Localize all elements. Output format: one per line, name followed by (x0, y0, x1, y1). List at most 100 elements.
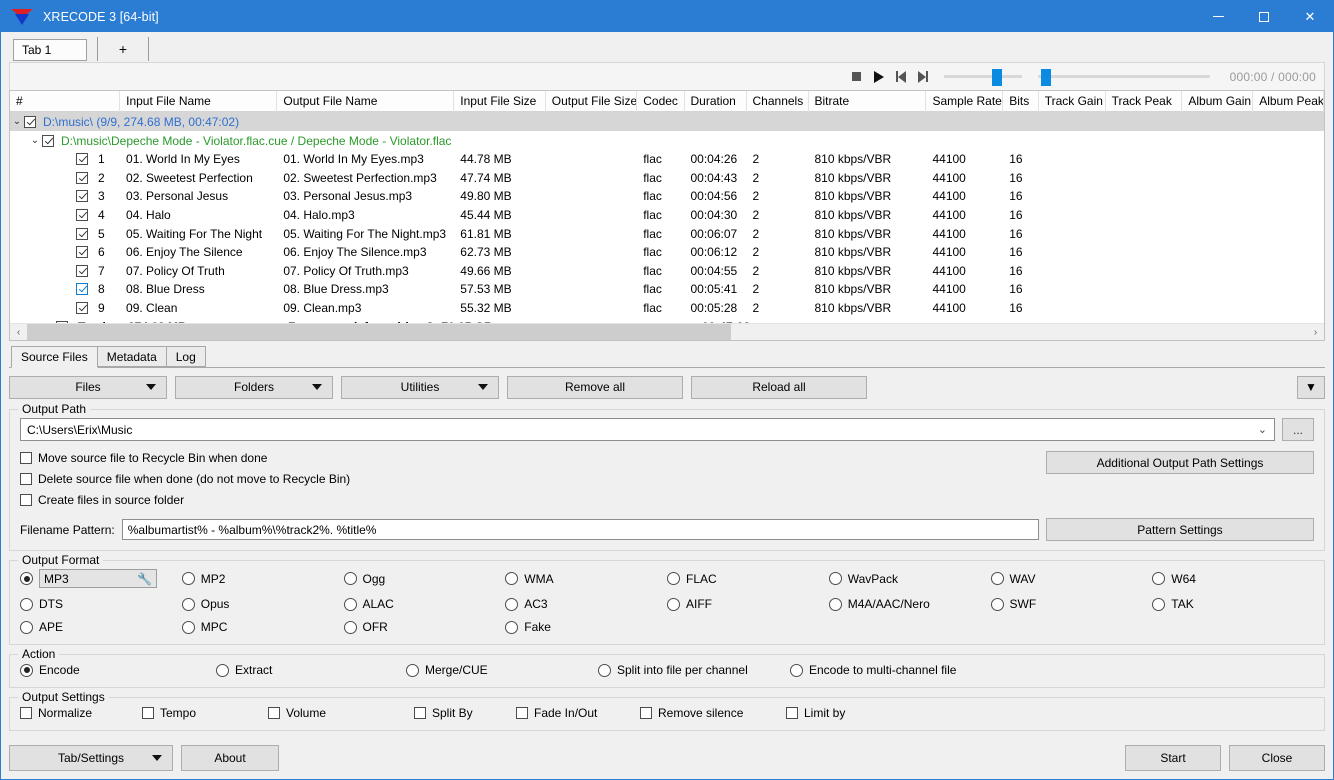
seek-slider[interactable] (1038, 68, 1210, 86)
checkbox-move-to-recycle-bin[interactable]: Move source file to Recycle Bin when don… (20, 451, 1046, 465)
output-setting-limit-by[interactable]: Limit by (786, 706, 1314, 720)
next-track-icon[interactable] (912, 66, 934, 88)
radio-button[interactable] (182, 621, 195, 634)
minimize-button[interactable] (1195, 1, 1241, 32)
format-option-alac[interactable]: ALAC (344, 597, 506, 611)
table-row[interactable]: 101. World In My Eyes01. World In My Eye… (10, 150, 1324, 169)
format-option-ogg[interactable]: Ogg (344, 569, 506, 588)
checkbox-delete-source[interactable]: Delete source file when done (do not mov… (20, 472, 1046, 486)
checkbox-box[interactable] (268, 707, 280, 719)
tab-log[interactable]: Log (166, 346, 206, 367)
column-header-album_gain[interactable]: Album Gain (1182, 91, 1253, 112)
checkbox-box[interactable] (142, 707, 154, 719)
output-path-combo[interactable]: C:\Users\Erix\Music ⌄ (20, 418, 1275, 441)
column-header-bitrate[interactable]: Bitrate (809, 91, 927, 112)
radio-button[interactable] (505, 621, 518, 634)
radio-button[interactable] (991, 572, 1004, 585)
radio-button[interactable] (505, 598, 518, 611)
scroll-right-icon[interactable]: › (1307, 324, 1324, 341)
format-option-dts[interactable]: DTS (20, 597, 182, 611)
files-dropdown-button[interactable]: Files (9, 376, 167, 399)
radio-button[interactable] (344, 572, 357, 585)
table-row[interactable]: 909. Clean09. Clean.mp355.32 MBflac00:05… (10, 299, 1324, 318)
action-option-encode-to-multi-channel-file[interactable]: Encode to multi-channel file (790, 663, 1314, 677)
checkbox-box[interactable] (414, 707, 426, 719)
radio-button[interactable] (344, 598, 357, 611)
column-header-channels[interactable]: Channels (747, 91, 809, 112)
volume-slider[interactable] (944, 68, 1022, 86)
scrollbar-track[interactable] (27, 324, 1307, 341)
format-option-wavpack[interactable]: WavPack (829, 569, 991, 588)
maximize-button[interactable] (1241, 1, 1287, 32)
output-setting-fade-in-out[interactable]: Fade In/Out (516, 706, 640, 720)
volume-slider-thumb[interactable] (992, 69, 1002, 86)
radio-button[interactable] (1152, 598, 1165, 611)
remove-all-button[interactable]: Remove all (507, 376, 683, 399)
radio-button[interactable] (790, 664, 803, 677)
table-row[interactable]: 303. Personal Jesus03. Personal Jesus.mp… (10, 187, 1324, 206)
format-option-m4a-aac-nero[interactable]: M4A/AAC/Nero (829, 597, 991, 611)
output-setting-volume[interactable]: Volume (268, 706, 414, 720)
output-setting-tempo[interactable]: Tempo (142, 706, 268, 720)
column-header-output_name[interactable]: Output File Name (277, 91, 454, 112)
scroll-left-icon[interactable]: ‹ (10, 324, 27, 341)
wrench-icon[interactable]: 🔧 (137, 572, 152, 586)
column-header-sample_rate[interactable]: Sample Rate (926, 91, 1003, 112)
row-checkbox[interactable] (76, 209, 88, 221)
row-checkbox[interactable] (76, 302, 88, 314)
checkbox-create-in-source-folder[interactable]: Create files in source folder (20, 493, 1046, 507)
selected-format-box[interactable]: MP3🔧 (39, 569, 157, 588)
column-header-album_peak[interactable]: Album Peak (1253, 91, 1324, 112)
column-header-track_peak[interactable]: Track Peak (1106, 91, 1183, 112)
table-row[interactable]: 505. Waiting For The Night05. Waiting Fo… (10, 224, 1324, 243)
column-header-codec[interactable]: Codec (637, 91, 684, 112)
chevron-down-icon[interactable]: ⌄ (1258, 423, 1267, 436)
radio-button[interactable] (1152, 572, 1165, 585)
radio-button[interactable] (182, 598, 195, 611)
row-checkbox[interactable] (76, 228, 88, 240)
radio-button[interactable] (829, 572, 842, 585)
row-checkbox[interactable] (76, 265, 88, 277)
pattern-settings-button[interactable]: Pattern Settings (1046, 518, 1314, 541)
tree-group-root[interactable]: ⌄D:\music\ (9/9, 274.68 MB, 00:47:02) (10, 112, 1324, 131)
toolbar-overflow-button[interactable]: ▼ (1297, 376, 1325, 399)
filename-pattern-input[interactable]: %albumartist% - %album%\%track2%. %title… (122, 519, 1039, 540)
radio-button[interactable] (216, 664, 229, 677)
radio-button[interactable] (20, 621, 33, 634)
column-header-output_size[interactable]: Output File Size (546, 91, 637, 112)
tab-settings-button[interactable]: Tab/Settings (9, 745, 173, 771)
tree-group-child[interactable]: ⌄D:\music\Depeche Mode - Violator.flac.c… (10, 131, 1324, 150)
chevron-down-icon[interactable]: ⌄ (28, 135, 42, 146)
play-icon[interactable] (868, 66, 890, 88)
table-row[interactable]: 707. Policy Of Truth07. Policy Of Truth.… (10, 262, 1324, 281)
checkbox-box[interactable] (20, 707, 32, 719)
radio-button[interactable] (20, 572, 33, 585)
column-header-input_size[interactable]: Input File Size (454, 91, 545, 112)
format-option-ape[interactable]: APE (20, 620, 182, 634)
about-button[interactable]: About (181, 745, 279, 771)
format-option-ac3[interactable]: AC3 (505, 597, 667, 611)
action-option-extract[interactable]: Extract (216, 663, 406, 677)
table-row[interactable]: 606. Enjoy The Silence06. Enjoy The Sile… (10, 243, 1324, 262)
column-header-duration[interactable]: Duration (685, 91, 747, 112)
format-option-aiff[interactable]: AIFF (667, 597, 829, 611)
additional-output-path-settings-button[interactable]: Additional Output Path Settings (1046, 451, 1314, 474)
format-option-w64[interactable]: W64 (1152, 569, 1314, 588)
format-option-tak[interactable]: TAK (1152, 597, 1314, 611)
checkbox-box[interactable] (20, 452, 32, 464)
start-button[interactable]: Start (1125, 745, 1221, 771)
row-checkbox[interactable] (76, 153, 88, 165)
action-option-split-into-file-per-channel[interactable]: Split into file per channel (598, 663, 790, 677)
format-option-wav[interactable]: WAV (991, 569, 1153, 588)
tab-metadata[interactable]: Metadata (97, 346, 167, 367)
format-option-opus[interactable]: Opus (182, 597, 344, 611)
format-option-ofr[interactable]: OFR (344, 620, 506, 634)
column-header-track_gain[interactable]: Track Gain (1039, 91, 1106, 112)
row-checkbox[interactable] (24, 116, 36, 128)
format-option-wma[interactable]: WMA (505, 569, 667, 588)
stop-icon[interactable] (846, 66, 868, 88)
horizontal-scrollbar[interactable]: ‹ › (10, 323, 1324, 340)
table-row[interactable]: 404. Halo04. Halo.mp345.44 MBflac00:04:3… (10, 206, 1324, 225)
utilities-dropdown-button[interactable]: Utilities (341, 376, 499, 399)
checkbox-box[interactable] (20, 494, 32, 506)
